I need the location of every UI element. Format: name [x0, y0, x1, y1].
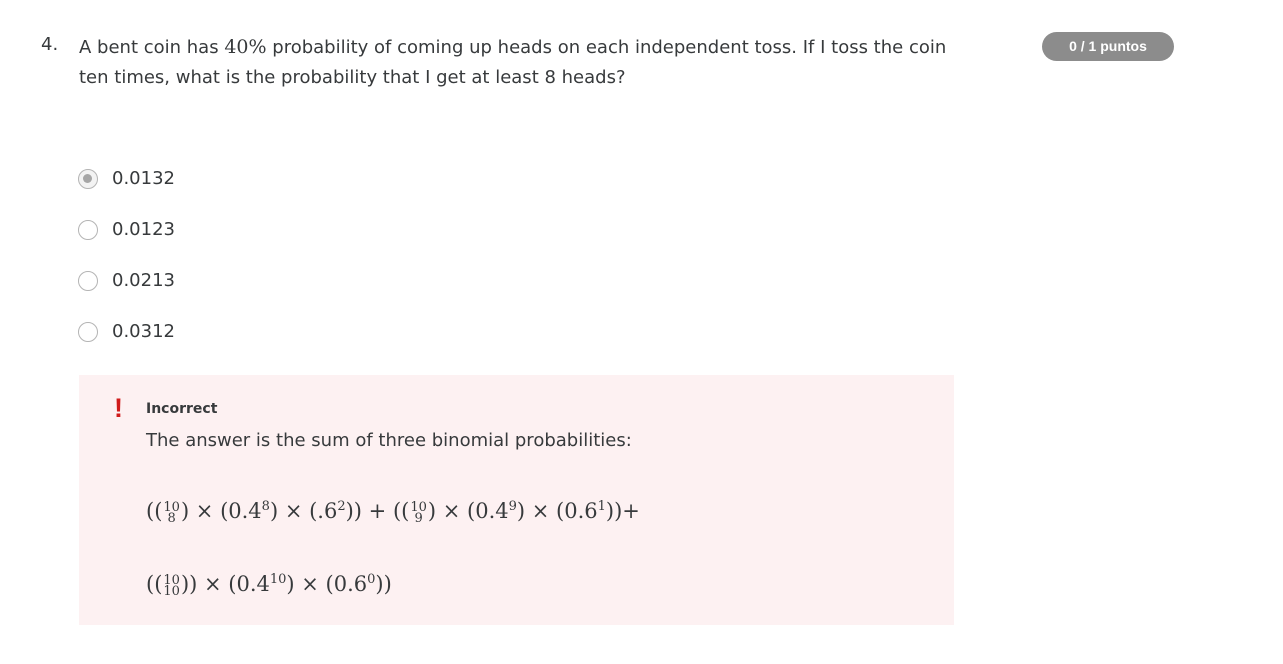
- option-4[interactable]: 0.0312: [78, 306, 175, 357]
- formula-text: ) × (0.6: [286, 572, 368, 596]
- formula-text: ) × (.6: [269, 499, 338, 523]
- option-2[interactable]: 0.0123: [78, 204, 175, 255]
- binom-bottom: 9: [414, 510, 423, 526]
- feedback-status: Incorrect: [146, 401, 218, 417]
- formula-text: ))+: [605, 499, 640, 523]
- feedback-explanation: The answer is the sum of three binomial …: [146, 430, 632, 451]
- exponent: 10: [269, 572, 287, 587]
- feedback-panel: ! Incorrect The answer is the sum of thr…: [79, 375, 954, 625]
- score-badge: 0 / 1 puntos: [1042, 32, 1174, 61]
- radio-button[interactable]: [78, 219, 98, 240]
- question-text: A bent coin has 40% probability of comin…: [79, 32, 959, 93]
- answer-options: 0.0132 0.0123 0.0213 0.0312: [78, 153, 175, 357]
- exponent: 2: [337, 499, 346, 514]
- binomial-coefficient: 10 8: [163, 501, 180, 526]
- question-text-start: A bent coin has: [79, 37, 225, 58]
- formula-text: ((: [146, 499, 163, 523]
- binom-bottom: 10: [163, 583, 180, 599]
- exclamation-icon: !: [114, 393, 123, 423]
- formula-line-2: ((10 10)) × (0.410) × (0.60)): [146, 572, 392, 599]
- formula-text: ) × (0.4: [180, 499, 262, 523]
- option-1[interactable]: 0.0132: [78, 153, 175, 204]
- formula-text: ((: [146, 572, 163, 596]
- binomial-coefficient: 10 10: [163, 574, 180, 599]
- formula-text: ) × (0.4: [427, 499, 509, 523]
- option-label: 0.0213: [112, 270, 175, 291]
- exponent: 9: [508, 499, 517, 514]
- formula-text: )): [375, 572, 392, 596]
- percent-math: 40%: [224, 36, 267, 58]
- question-number: 4.: [41, 34, 59, 55]
- option-label: 0.0312: [112, 321, 175, 342]
- formula-text: )) + ((: [345, 499, 410, 523]
- exponent: 8: [261, 499, 270, 514]
- radio-button-selected[interactable]: [78, 168, 98, 189]
- formula-text: ) × (0.6: [516, 499, 598, 523]
- binom-bottom: 8: [167, 510, 176, 526]
- binomial-coefficient: 10 9: [410, 501, 427, 526]
- formula-line-1: ((10 8) × (0.48) × (.62)) + ((10 9) × (0.4…: [146, 499, 640, 526]
- radio-button[interactable]: [78, 321, 98, 342]
- formula-text: )) × (0.4: [180, 572, 270, 596]
- exponent: 1: [597, 499, 606, 514]
- option-label: 0.0123: [112, 219, 175, 240]
- option-label: 0.0132: [112, 168, 175, 189]
- radio-button[interactable]: [78, 270, 98, 291]
- option-3[interactable]: 0.0213: [78, 255, 175, 306]
